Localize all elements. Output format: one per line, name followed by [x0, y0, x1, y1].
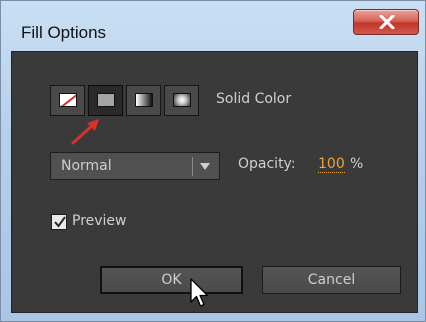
preview-checkbox[interactable]: [51, 214, 67, 230]
mouse-cursor-icon: [190, 278, 209, 307]
opacity-value[interactable]: 100: [318, 156, 345, 173]
blend-mode-dropdown[interactable]: Normal: [50, 152, 220, 180]
fill-options-window: Fill Options Solid Color Normal Opacity:…: [0, 0, 426, 322]
blend-mode-value: Normal: [61, 158, 112, 174]
title-bar[interactable]: Fill Options: [1, 1, 426, 53]
close-button[interactable]: [353, 9, 419, 35]
chevron-down-icon: [200, 163, 210, 170]
fill-type-radial-gradient-button[interactable]: [164, 85, 199, 116]
linear-gradient-icon: [135, 93, 153, 107]
checkmark-icon: [54, 216, 66, 228]
fill-type-linear-gradient-button[interactable]: [126, 85, 161, 116]
close-icon: [379, 15, 395, 29]
radial-gradient-icon: [173, 93, 191, 107]
annotation-arrow-icon: [71, 119, 99, 145]
fill-type-solid-button[interactable]: [88, 85, 123, 116]
opacity-label: Opacity:: [238, 156, 296, 172]
fill-type-label: Solid Color: [216, 91, 292, 107]
window-title: Fill Options: [21, 23, 107, 42]
cancel-button[interactable]: Cancel: [262, 266, 401, 294]
fill-type-none-button[interactable]: [50, 85, 85, 116]
opacity-unit: %: [350, 156, 364, 172]
dialog-panel: Solid Color Normal Opacity: 100 % Previe…: [11, 51, 418, 313]
no-fill-icon: [59, 93, 77, 107]
preview-label: Preview: [72, 213, 127, 229]
solid-color-icon: [97, 93, 115, 107]
ok-button[interactable]: OK: [100, 266, 243, 294]
dropdown-separator: [192, 157, 193, 176]
